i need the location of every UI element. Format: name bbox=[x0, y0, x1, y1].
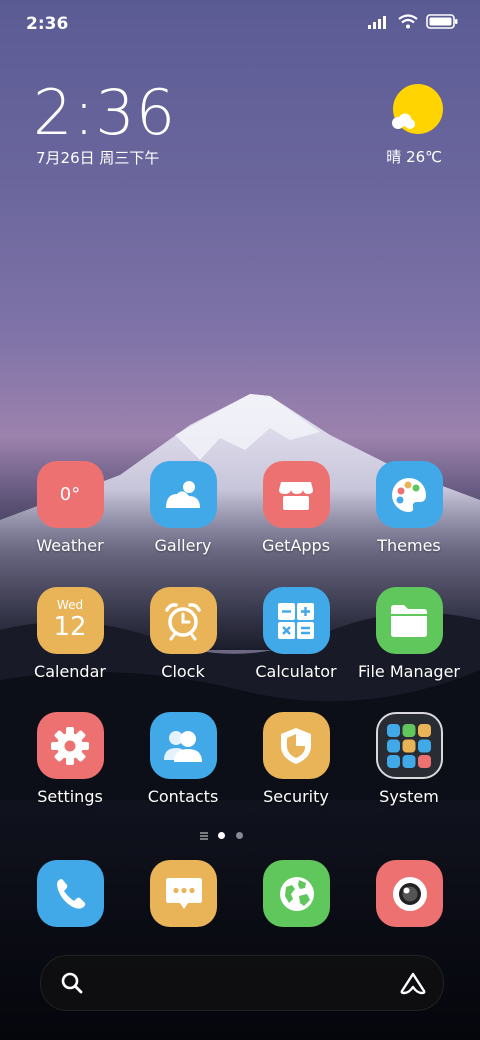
calendar-icon: Wed 12 bbox=[36, 587, 104, 654]
cloud-icon bbox=[392, 113, 415, 129]
alarm-clock-icon bbox=[149, 587, 217, 654]
search-bar[interactable] bbox=[40, 955, 444, 1011]
app-label: Clock bbox=[161, 662, 205, 681]
store-icon bbox=[262, 461, 330, 528]
app-label: System bbox=[379, 787, 439, 806]
palette-icon bbox=[375, 461, 443, 528]
calculator-icon bbox=[262, 587, 330, 654]
signal-icon bbox=[368, 15, 386, 29]
dock-camera[interactable] bbox=[376, 860, 443, 927]
folder-grid-icon bbox=[375, 712, 443, 779]
app-file-manager[interactable]: File Manager bbox=[353, 587, 465, 681]
widget-weather: 晴 26℃ bbox=[386, 148, 442, 166]
app-label: File Manager bbox=[358, 662, 460, 681]
app-themes[interactable]: Themes bbox=[353, 461, 465, 555]
app-system-folder[interactable]: System bbox=[353, 712, 465, 806]
calendar-date: 12 bbox=[53, 612, 87, 642]
dock-browser[interactable] bbox=[263, 860, 330, 927]
app-calendar[interactable]: Wed 12 Calendar bbox=[14, 587, 126, 681]
page-dot-active[interactable] bbox=[218, 832, 225, 839]
status-time: 2:36 bbox=[26, 14, 69, 34]
app-getapps[interactable]: GetApps bbox=[240, 461, 352, 555]
wifi-icon bbox=[398, 14, 418, 29]
message-icon bbox=[165, 877, 202, 909]
app-security[interactable]: Security bbox=[240, 712, 352, 806]
app-label: Calculator bbox=[255, 662, 337, 681]
app-calculator[interactable]: Calculator bbox=[240, 587, 352, 681]
app-label: Themes bbox=[377, 536, 441, 555]
home-screen: 2:36 2:36 7月26日 周三下午 晴 26℃ 0° Weather Ga… bbox=[0, 0, 480, 1040]
app-weather[interactable]: 0° Weather bbox=[14, 461, 126, 555]
app-clock[interactable]: Clock bbox=[127, 587, 239, 681]
gallery-icon bbox=[149, 461, 217, 528]
camera-icon bbox=[392, 876, 427, 911]
status-icons bbox=[368, 14, 458, 29]
calendar-day: Wed bbox=[56, 598, 84, 612]
app-label: Security bbox=[263, 787, 329, 806]
battery-icon bbox=[426, 14, 458, 29]
dock-phone[interactable] bbox=[37, 860, 104, 927]
app-label: Gallery bbox=[154, 536, 212, 555]
assistant-icon[interactable] bbox=[399, 971, 427, 995]
shield-icon bbox=[262, 712, 330, 779]
phone-icon bbox=[56, 878, 85, 909]
folder-icon bbox=[375, 587, 443, 654]
dock-messages[interactable] bbox=[150, 860, 217, 927]
weather-icon: 0° bbox=[36, 461, 104, 528]
app-label: Calendar bbox=[34, 662, 106, 681]
page-list-icon[interactable] bbox=[199, 831, 209, 841]
search-icon[interactable] bbox=[61, 972, 83, 994]
app-settings[interactable]: Settings bbox=[14, 712, 126, 806]
widget-date: 7月26日 周三下午 bbox=[36, 149, 160, 167]
app-contacts[interactable]: Contacts bbox=[127, 712, 239, 806]
app-gallery[interactable]: Gallery bbox=[127, 461, 239, 555]
app-label: Contacts bbox=[147, 787, 219, 806]
page-dot[interactable] bbox=[236, 832, 243, 839]
weather-app-temp: 0° bbox=[59, 484, 81, 505]
contacts-icon bbox=[149, 712, 217, 779]
app-label: Settings bbox=[37, 787, 103, 806]
globe-icon bbox=[279, 876, 314, 911]
gear-icon bbox=[36, 712, 104, 779]
app-label: Weather bbox=[36, 536, 104, 555]
widget-clock[interactable]: 2:36 bbox=[33, 76, 176, 149]
app-label: GetApps bbox=[261, 536, 331, 555]
